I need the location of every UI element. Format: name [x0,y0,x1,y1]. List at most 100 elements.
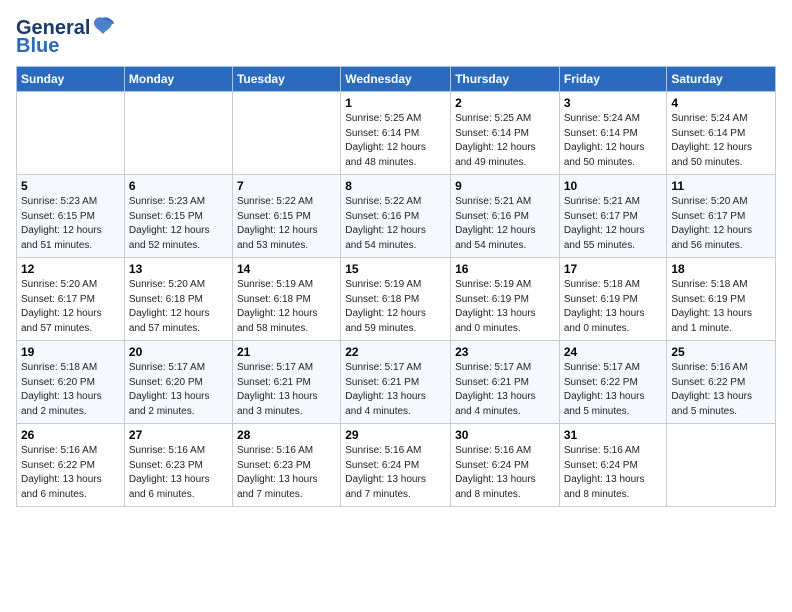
day-number: 14 [237,262,336,276]
day-info: Sunrise: 5:22 AM Sunset: 6:15 PM Dayligh… [237,195,336,253]
day-info: Sunrise: 5:20 AM Sunset: 6:17 PM Dayligh… [671,195,771,253]
calendar-week-row: 19 Sunrise: 5:18 AM Sunset: 6:20 PM Dayli… [17,341,776,424]
logo: General Blue [16,16,114,58]
day-number: 17 [564,262,663,276]
day-info: Sunrise: 5:18 AM Sunset: 6:19 PM Dayligh… [564,278,663,336]
day-number: 1 [345,96,446,110]
day-info: Sunrise: 5:17 AM Sunset: 6:21 PM Dayligh… [345,361,446,419]
day-info: Sunrise: 5:24 AM Sunset: 6:14 PM Dayligh… [671,112,771,170]
column-header-friday: Friday [559,67,667,92]
page-header: General Blue [16,16,776,58]
day-info: Sunrise: 5:16 AM Sunset: 6:24 PM Dayligh… [345,444,446,502]
day-info: Sunrise: 5:16 AM Sunset: 6:22 PM Dayligh… [21,444,120,502]
day-number: 2 [455,96,555,110]
day-number: 4 [671,96,771,110]
calendar-cell: 14 Sunrise: 5:19 AM Sunset: 6:18 PM Dayli… [232,258,340,341]
calendar-cell: 6 Sunrise: 5:23 AM Sunset: 6:15 PM Daylig… [124,175,232,258]
calendar-cell: 1 Sunrise: 5:25 AM Sunset: 6:14 PM Daylig… [341,92,451,175]
logo-text-blue: Blue [16,35,59,58]
calendar-cell [124,92,232,175]
calendar-cell: 21 Sunrise: 5:17 AM Sunset: 6:21 PM Dayli… [232,341,340,424]
calendar-header-row: SundayMondayTuesdayWednesdayThursdayFrid… [17,67,776,92]
calendar-cell: 8Sunrise: 5:22 AM Sunset: 6:16 PM Daylig… [341,175,451,258]
column-header-saturday: Saturday [667,67,776,92]
day-number: 30 [455,428,555,442]
day-number: 12 [21,262,120,276]
day-info: Sunrise: 5:23 AM Sunset: 6:15 PM Dayligh… [129,195,228,253]
day-number: 29 [345,428,446,442]
calendar-cell: 30Sunrise: 5:16 AM Sunset: 6:24 PM Dayli… [451,424,560,507]
day-info: Sunrise: 5:21 AM Sunset: 6:16 PM Dayligh… [455,195,555,253]
calendar-cell: 12 Sunrise: 5:20 AM Sunset: 6:17 PM Dayli… [17,258,125,341]
day-number: 24 [564,345,663,359]
calendar-cell: 16 Sunrise: 5:19 AM Sunset: 6:19 PM Dayli… [451,258,560,341]
day-info: Sunrise: 5:18 AM Sunset: 6:20 PM Dayligh… [21,361,120,419]
day-number: 18 [671,262,771,276]
day-info: Sunrise: 5:19 AM Sunset: 6:19 PM Dayligh… [455,278,555,336]
day-info: Sunrise: 5:19 AM Sunset: 6:18 PM Dayligh… [345,278,446,336]
calendar-cell: 27 Sunrise: 5:16 AM Sunset: 6:23 PM Dayli… [124,424,232,507]
calendar-cell: 31 Sunrise: 5:16 AM Sunset: 6:24 PM Dayli… [559,424,667,507]
calendar-cell: 9 Sunrise: 5:21 AM Sunset: 6:16 PM Daylig… [451,175,560,258]
day-info: Sunrise: 5:16 AM Sunset: 6:24 PM Dayligh… [564,444,663,502]
column-header-tuesday: Tuesday [232,67,340,92]
day-number: 20 [129,345,228,359]
day-info: Sunrise: 5:16 AM Sunset: 6:22 PM Dayligh… [671,361,771,419]
day-info: Sunrise: 5:21 AM Sunset: 6:17 PM Dayligh… [564,195,663,253]
calendar-cell: 7 Sunrise: 5:22 AM Sunset: 6:15 PM Daylig… [232,175,340,258]
day-number: 27 [129,428,228,442]
calendar-week-row: 12 Sunrise: 5:20 AM Sunset: 6:17 PM Dayli… [17,258,776,341]
calendar-cell: 17 Sunrise: 5:18 AM Sunset: 6:19 PM Dayli… [559,258,667,341]
day-info: Sunrise: 5:19 AM Sunset: 6:18 PM Dayligh… [237,278,336,336]
calendar-cell: 25 Sunrise: 5:16 AM Sunset: 6:22 PM Dayli… [667,341,776,424]
day-info: Sunrise: 5:17 AM Sunset: 6:22 PM Dayligh… [564,361,663,419]
day-info: Sunrise: 5:20 AM Sunset: 6:17 PM Dayligh… [21,278,120,336]
day-number: 19 [21,345,120,359]
day-number: 21 [237,345,336,359]
calendar-cell: 29 Sunrise: 5:16 AM Sunset: 6:24 PM Dayli… [341,424,451,507]
day-number: 31 [564,428,663,442]
calendar-cell: 2 Sunrise: 5:25 AM Sunset: 6:14 PM Daylig… [451,92,560,175]
calendar-cell: 22Sunrise: 5:17 AM Sunset: 6:21 PM Dayli… [341,341,451,424]
day-number: 26 [21,428,120,442]
calendar-cell: 13Sunrise: 5:20 AM Sunset: 6:18 PM Dayli… [124,258,232,341]
day-number: 25 [671,345,771,359]
day-number: 13 [129,262,228,276]
calendar-cell: 15 Sunrise: 5:19 AM Sunset: 6:18 PM Dayli… [341,258,451,341]
day-number: 6 [129,179,228,193]
day-info: Sunrise: 5:25 AM Sunset: 6:14 PM Dayligh… [345,112,446,170]
calendar-cell: 26 Sunrise: 5:16 AM Sunset: 6:22 PM Dayli… [17,424,125,507]
calendar-cell: 4 Sunrise: 5:24 AM Sunset: 6:14 PM Daylig… [667,92,776,175]
day-number: 15 [345,262,446,276]
day-number: 16 [455,262,555,276]
day-info: Sunrise: 5:17 AM Sunset: 6:21 PM Dayligh… [237,361,336,419]
calendar-cell [667,424,776,507]
column-header-monday: Monday [124,67,232,92]
calendar-cell: 24 Sunrise: 5:17 AM Sunset: 6:22 PM Dayli… [559,341,667,424]
calendar-cell: 11Sunrise: 5:20 AM Sunset: 6:17 PM Dayli… [667,175,776,258]
day-info: Sunrise: 5:17 AM Sunset: 6:20 PM Dayligh… [129,361,228,419]
day-number: 7 [237,179,336,193]
calendar-cell [232,92,340,175]
day-number: 10 [564,179,663,193]
calendar-cell: 18Sunrise: 5:18 AM Sunset: 6:19 PM Dayli… [667,258,776,341]
day-info: Sunrise: 5:22 AM Sunset: 6:16 PM Dayligh… [345,195,446,253]
day-info: Sunrise: 5:16 AM Sunset: 6:23 PM Dayligh… [237,444,336,502]
calendar-cell [17,92,125,175]
logo-bird-icon [92,16,114,41]
day-info: Sunrise: 5:23 AM Sunset: 6:15 PM Dayligh… [21,195,120,253]
day-number: 3 [564,96,663,110]
day-info: Sunrise: 5:25 AM Sunset: 6:14 PM Dayligh… [455,112,555,170]
calendar-cell: 23Sunrise: 5:17 AM Sunset: 6:21 PM Dayli… [451,341,560,424]
calendar-table: SundayMondayTuesdayWednesdayThursdayFrid… [16,66,776,507]
column-header-wednesday: Wednesday [341,67,451,92]
calendar-cell: 20 Sunrise: 5:17 AM Sunset: 6:20 PM Dayli… [124,341,232,424]
day-number: 9 [455,179,555,193]
calendar-cell: 3 Sunrise: 5:24 AM Sunset: 6:14 PM Daylig… [559,92,667,175]
calendar-cell: 5Sunrise: 5:23 AM Sunset: 6:15 PM Daylig… [17,175,125,258]
day-info: Sunrise: 5:24 AM Sunset: 6:14 PM Dayligh… [564,112,663,170]
column-header-sunday: Sunday [17,67,125,92]
calendar-cell: 28Sunrise: 5:16 AM Sunset: 6:23 PM Dayli… [232,424,340,507]
day-info: Sunrise: 5:16 AM Sunset: 6:23 PM Dayligh… [129,444,228,502]
day-number: 23 [455,345,555,359]
